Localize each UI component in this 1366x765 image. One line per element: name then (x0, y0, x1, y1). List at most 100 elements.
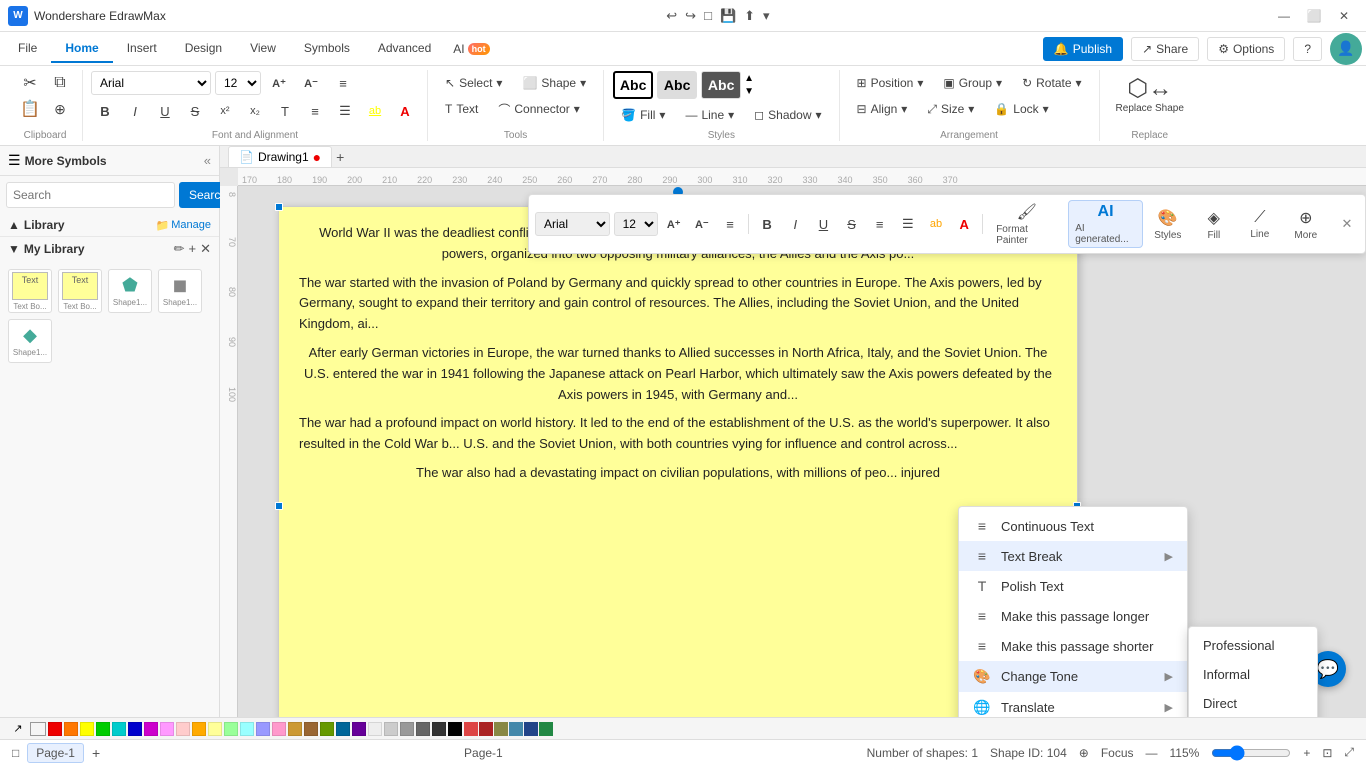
text-style-btn[interactable]: T (271, 98, 299, 124)
tone-informal[interactable]: Informal (1189, 660, 1317, 689)
clone-btn[interactable]: ⊕ (46, 96, 74, 122)
color-swatch-gray[interactable] (400, 722, 414, 736)
color-swatch-orange[interactable] (64, 722, 78, 736)
ft-align-btn[interactable]: ≡ (718, 211, 742, 237)
remove-icon[interactable]: ✕ (200, 241, 211, 257)
color-swatch-lightpink[interactable] (176, 722, 190, 736)
cs5[interactable] (524, 722, 538, 736)
increase-font-btn[interactable]: A⁺ (265, 70, 293, 96)
add-icon[interactable]: + (189, 241, 197, 257)
drawing-tab[interactable]: Page-1 (116, 746, 850, 760)
ft-highlight-btn[interactable]: ab (924, 211, 948, 237)
color-swatch-violet[interactable] (352, 722, 366, 736)
color-swatch-silver[interactable] (384, 722, 398, 736)
color-swatch-pink[interactable] (160, 722, 174, 736)
bold-btn[interactable]: B (91, 98, 119, 124)
focus-label[interactable]: Focus (1101, 746, 1134, 760)
copy-btn[interactable]: ⧉ (46, 70, 74, 96)
color-swatch-lightcyan[interactable] (240, 722, 254, 736)
position-btn[interactable]: ⊞ Position ▾ (848, 70, 933, 96)
ctx-change-tone[interactable]: 🎨 Change Tone ▶ (959, 661, 1187, 692)
thumb-item-4[interactable]: ◼ Shape1... (158, 269, 202, 313)
tab-design[interactable]: Design (171, 35, 236, 63)
cs3[interactable] (494, 722, 508, 736)
redo-icon[interactable]: ↪ (685, 8, 696, 24)
color-swatch-rose[interactable] (272, 722, 286, 736)
layers-icon[interactable]: ⊕ (1079, 746, 1089, 760)
style-box-1[interactable]: Abc (613, 71, 653, 99)
align-btn2[interactable]: ⊟ Align ▾ (848, 96, 917, 122)
tab-insert[interactable]: Insert (113, 35, 171, 63)
ft-styles-btn[interactable]: 🎨 Styles (1147, 205, 1189, 244)
edit-icon[interactable]: ✏ (174, 241, 185, 257)
ft-font-select[interactable]: Arial (535, 212, 610, 236)
color-swatch-darkbrown[interactable] (304, 722, 318, 736)
zoom-in-btn[interactable]: + (1303, 746, 1310, 760)
expand-btn[interactable]: ⤢ (1344, 745, 1354, 760)
handle-ml[interactable] (275, 502, 283, 510)
color-swatch-light[interactable] (368, 722, 382, 736)
fill-btn[interactable]: 🪣 Fill ▾ (612, 102, 674, 128)
ft-fontcolor-btn[interactable]: A (952, 211, 976, 237)
ft-strikethrough-btn[interactable]: S (839, 211, 863, 237)
tone-direct[interactable]: Direct (1189, 689, 1317, 717)
ft-close-btn[interactable]: ✕ (1335, 211, 1359, 237)
color-swatch-teal[interactable] (336, 722, 350, 736)
tab-view[interactable]: View (236, 35, 290, 63)
align-btn[interactable]: ≡ (329, 70, 357, 96)
color-swatch-blue[interactable] (128, 722, 142, 736)
italic-btn[interactable]: I (121, 98, 149, 124)
collapse-icon[interactable]: « (204, 153, 211, 168)
add-doc-btn[interactable]: + (336, 149, 344, 165)
handle-tl[interactable] (275, 203, 283, 211)
cs4[interactable] (509, 722, 523, 736)
zoom-out-btn[interactable]: — (1146, 746, 1158, 760)
close-btn[interactable]: ✕ (1330, 6, 1358, 26)
color-swatch-darkgray[interactable] (416, 722, 430, 736)
cs2[interactable] (479, 722, 493, 736)
tab-ai[interactable]: AI hot (445, 39, 497, 59)
text-btn[interactable]: T Text (436, 96, 487, 122)
maximize-btn[interactable]: ⬜ (1300, 6, 1328, 26)
lock-btn[interactable]: 🔒 Lock ▾ (985, 96, 1057, 122)
styles-down[interactable]: ▼ (744, 86, 754, 97)
ctx-continuous-text[interactable]: ≡ Continuous Text (959, 511, 1187, 541)
thumb-item-3[interactable]: ⬟ Shape1... (108, 269, 152, 313)
thumb-item-2[interactable]: Text Text Bo... (58, 269, 102, 313)
ft-fill-btn[interactable]: ◈ Fill (1193, 205, 1235, 244)
save-icon[interactable]: 💾 (720, 8, 736, 24)
palette-arrow-icon[interactable]: ↗ (8, 721, 28, 737)
thumb-item-1[interactable]: Text Text Bo... (8, 269, 52, 313)
line-spacing-btn[interactable]: ≡ (301, 98, 329, 124)
minimize-btn[interactable]: — (1270, 6, 1298, 26)
color-swatch-green[interactable] (96, 722, 110, 736)
size-btn[interactable]: ⤢ Size ▾ (918, 96, 983, 122)
ft-linespacing-btn[interactable]: ≡ (868, 211, 892, 237)
add-page-btn[interactable]: + (92, 745, 100, 761)
color-swatch-olive[interactable] (320, 722, 334, 736)
styles-scroll[interactable]: ▲ ▼ (744, 73, 754, 97)
select-btn[interactable]: ↖ Select ▾ (436, 70, 511, 96)
tab-symbols[interactable]: Symbols (290, 35, 364, 63)
ft-line-btn[interactable]: ⟋ Line (1239, 206, 1281, 243)
page-tab[interactable]: Page-1 (27, 743, 84, 763)
cs6[interactable] (539, 722, 553, 736)
color-swatch-lightgreen[interactable] (224, 722, 238, 736)
tab-file[interactable]: File (4, 35, 51, 63)
ctx-translate[interactable]: 🌐 Translate ▶ (959, 692, 1187, 717)
tab-home[interactable]: Home (51, 35, 112, 63)
doc-tab-drawing1[interactable]: 📄 Drawing1 ● (228, 146, 332, 168)
ft-increase-size-btn[interactable]: A⁺ (662, 211, 686, 237)
publish-btn[interactable]: 🔔 Publish (1043, 37, 1123, 61)
my-library-label[interactable]: ▼ My Library (8, 242, 85, 256)
styles-up[interactable]: ▲ (744, 73, 754, 84)
ft-underline-btn[interactable]: U (811, 211, 835, 237)
more-quick-icon[interactable]: ▾ (763, 8, 770, 24)
font-size-select[interactable]: 12 (215, 71, 261, 95)
highlight-btn[interactable]: ab (361, 98, 389, 124)
rotate-btn[interactable]: ↻ Rotate ▾ (1013, 70, 1090, 96)
color-swatch-amber[interactable] (192, 722, 206, 736)
ft-format-painter-btn[interactable]: 🖌 Format Painter (989, 199, 1064, 249)
superscript-btn[interactable]: x² (211, 98, 239, 124)
sidebar-menu-icon[interactable]: ☰ (8, 152, 21, 169)
